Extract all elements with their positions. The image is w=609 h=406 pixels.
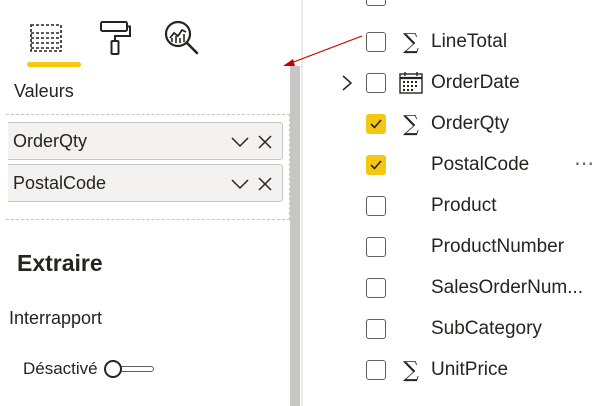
chevron-down-icon[interactable] bbox=[230, 133, 250, 151]
field-name: SalesOrderNum... bbox=[431, 277, 584, 298]
field-name: Product bbox=[431, 195, 497, 216]
checkmark-icon bbox=[370, 119, 382, 129]
analytics-magnifier-icon bbox=[164, 20, 199, 55]
field-checkbox[interactable] bbox=[366, 0, 386, 6]
cross-report-toggle[interactable]: Désactivé bbox=[23, 357, 156, 381]
field-checkbox[interactable] bbox=[366, 319, 386, 339]
close-icon[interactable] bbox=[256, 175, 274, 193]
field-list-item[interactable]: ProductNumber bbox=[303, 229, 609, 265]
values-field-label: PostalCode bbox=[13, 173, 107, 193]
field-list-item[interactable]: OrderDate bbox=[303, 65, 609, 101]
drillthrough-heading: Extraire bbox=[17, 250, 103, 276]
values-field-pill[interactable]: PostalCode bbox=[8, 164, 283, 202]
cross-report-label: Interrapport bbox=[9, 308, 103, 328]
tab-analytics[interactable] bbox=[162, 18, 202, 58]
active-tab-indicator bbox=[27, 62, 81, 67]
field-name: ProductNumber bbox=[431, 236, 565, 257]
chevron-down-icon[interactable] bbox=[230, 175, 250, 193]
field-name: PostalCode bbox=[431, 154, 530, 175]
field-list-item[interactable]: Product bbox=[303, 188, 609, 224]
field-list-item[interactable]: ∑ LineTotal bbox=[303, 24, 609, 60]
field-checkbox[interactable] bbox=[366, 196, 386, 216]
fields-list: ∑ LineTotal OrderDate ∑ OrderQty PostalCode ⋯ P… bbox=[303, 0, 609, 406]
tab-format[interactable] bbox=[95, 18, 135, 58]
field-name: SubCategory bbox=[431, 318, 542, 339]
field-name: OrderDate bbox=[431, 72, 520, 93]
field-checkbox[interactable] bbox=[366, 360, 386, 380]
field-list-item[interactable]: ∑ UnitPrice bbox=[303, 352, 609, 388]
field-checkbox[interactable] bbox=[366, 155, 386, 175]
values-field-label: OrderQty bbox=[13, 131, 88, 151]
paint-roller-icon bbox=[100, 21, 131, 55]
toggle-state-label: Désactivé bbox=[23, 359, 98, 378]
toggle-knob bbox=[103, 360, 122, 378]
field-list-item[interactable]: ∑ OrderQty bbox=[303, 106, 609, 142]
pane-scrollbar[interactable] bbox=[290, 66, 300, 406]
close-icon[interactable] bbox=[256, 133, 274, 151]
chevron-right-icon[interactable] bbox=[340, 74, 354, 92]
field-list-item[interactable]: SubCategory bbox=[303, 311, 609, 347]
field-checkbox[interactable] bbox=[366, 32, 386, 52]
values-field-pill[interactable]: OrderQty bbox=[8, 122, 283, 160]
field-list-item[interactable]: PostalCode ⋯ bbox=[303, 147, 609, 183]
field-checkbox[interactable] bbox=[366, 278, 386, 298]
calendar-icon bbox=[399, 72, 423, 94]
fields-grid-icon bbox=[30, 24, 62, 52]
checkmark-icon bbox=[370, 160, 382, 170]
sigma-icon: ∑ bbox=[403, 29, 419, 55]
toggle-switch[interactable] bbox=[103, 359, 156, 379]
field-list-item[interactable]: SalesOrderNum... bbox=[303, 270, 609, 306]
field-checkbox[interactable] bbox=[366, 114, 386, 134]
values-well-label: Valeurs bbox=[14, 81, 74, 101]
sigma-icon: ∑ bbox=[403, 357, 419, 383]
sigma-icon: ∑ bbox=[403, 111, 419, 137]
field-name: UnitPrice bbox=[431, 359, 509, 380]
visualizations-pane: Valeurs OrderQty PostalCode Extraire Int… bbox=[0, 0, 300, 406]
field-name: LineTotal bbox=[431, 31, 508, 52]
tab-fields[interactable] bbox=[26, 18, 66, 58]
field-checkbox[interactable] bbox=[366, 237, 386, 257]
field-name: OrderQty bbox=[431, 113, 510, 134]
more-options-icon[interactable]: ⋯ bbox=[574, 151, 595, 176]
field-checkbox[interactable] bbox=[366, 73, 386, 93]
